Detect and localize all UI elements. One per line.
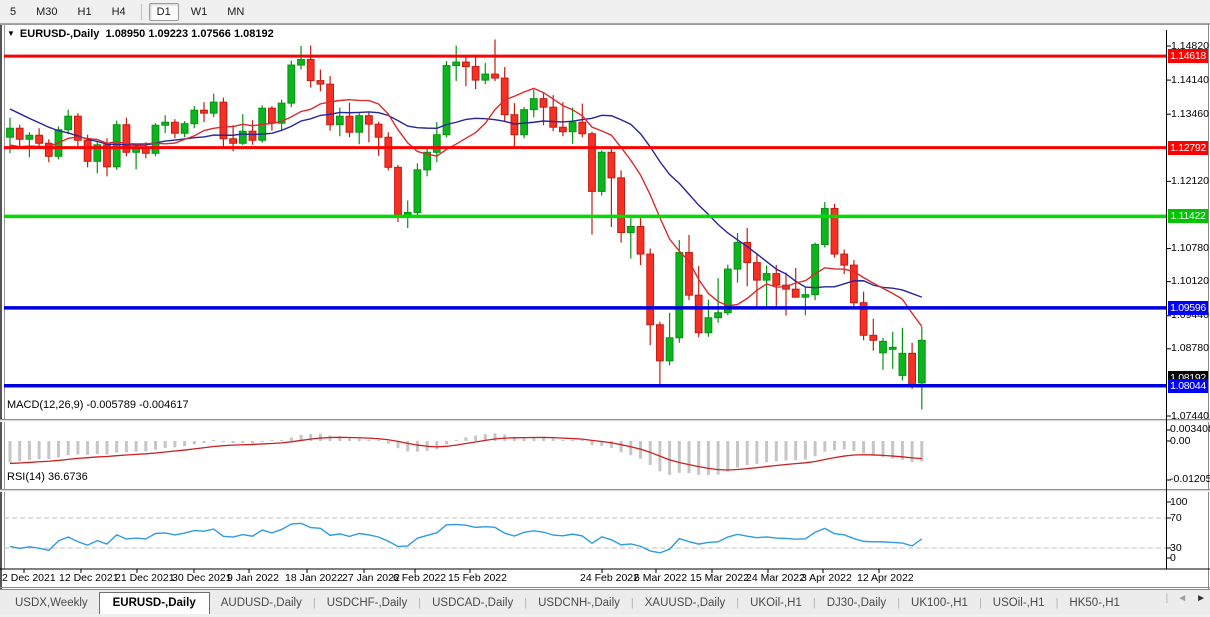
price-axis-tick: 1.14140	[1171, 74, 1209, 86]
rsi-axis-label: 70	[1170, 512, 1182, 524]
macd-axis-label: 0.00	[1170, 435, 1190, 447]
chart-dropdown-icon[interactable]: ▼	[7, 29, 15, 38]
price-axis-tick: 1.08780	[1171, 342, 1209, 354]
price-box-1.08044: 1.08044	[1168, 379, 1208, 393]
tab-scroll-right-icon[interactable]: ►	[1196, 593, 1206, 604]
date-axis-label: 30 Dec 2021	[172, 572, 232, 584]
tab-uk100-h1[interactable]: UK100-,H1	[900, 593, 979, 614]
tab-scroll-left-icon[interactable]: ◄	[1177, 593, 1187, 604]
date-axis-label: 21 Dec 2021	[115, 572, 175, 584]
tab-usdcad-daily[interactable]: USDCAD-,Daily	[421, 593, 524, 614]
chart-title: ▼ EURUSD-,Daily 1.08950 1.09223 1.07566 1…	[7, 28, 274, 40]
tab-ukoil-h1[interactable]: UKOil-,H1	[739, 593, 813, 614]
timeframe-button-d1[interactable]: D1	[149, 3, 179, 21]
tab-usdx-weekly[interactable]: USDX,Weekly	[4, 593, 99, 614]
timeframe-toolbar: 5M30 H1H4 D1W1MN	[0, 0, 1210, 24]
timeframe-button-5[interactable]: 5	[2, 3, 24, 21]
tab-scroll-divider: |	[1166, 593, 1169, 604]
macd-axis-label: -0.012058	[1170, 473, 1210, 485]
date-axis-label: 2 Dec 2021	[2, 572, 56, 584]
chart-symbol-label: EURUSD-,Daily	[20, 28, 99, 40]
timeframe-button-m30[interactable]: M30	[28, 3, 65, 21]
tab-xauusd-daily[interactable]: XAUUSD-,Daily	[634, 593, 737, 614]
price-box-1.14618: 1.14618	[1168, 49, 1208, 63]
mt4-workspace: 5M30 H1H4 D1W1MN ▼ EURUSD-,Daily 1.08950 1.…	[0, 0, 1210, 617]
date-axis-label: 15 Feb 2022	[448, 572, 507, 584]
chart-tab-bar: USDX,WeeklyEURUSD-,DailyAUDUSD-,Daily | US…	[0, 589, 1210, 614]
date-axis-label: 9 Jan 2022	[227, 572, 279, 584]
timeframe-button-mn[interactable]: MN	[219, 3, 252, 21]
chart-window: ▼ EURUSD-,Daily 1.08950 1.09223 1.07566 1…	[0, 24, 1210, 589]
price-box-1.09596: 1.09596	[1168, 301, 1208, 315]
price-axis-tick: 1.10780	[1171, 242, 1209, 254]
date-axis-label: 12 Apr 2022	[857, 572, 914, 584]
price-axis-tick: 1.07440	[1171, 410, 1209, 422]
timeframe-button-h1[interactable]: H1	[70, 3, 100, 21]
date-axis-label: 24 Feb 2022	[580, 572, 639, 584]
sep-macd-rsi[interactable]	[0, 489, 1210, 492]
sep-main-macd[interactable]	[0, 419, 1210, 422]
tab-usdchf-daily[interactable]: USDCHF-,Daily	[316, 593, 419, 614]
tab-usoil-h1[interactable]: USOil-,H1	[982, 593, 1056, 614]
price-box-1.12792: 1.12792	[1168, 141, 1208, 155]
tab-usdcnh-daily[interactable]: USDCNH-,Daily	[527, 593, 631, 614]
rsi-axis-label: 0	[1170, 552, 1176, 564]
tab-hk50-h1[interactable]: HK50-,H1	[1058, 593, 1131, 614]
price-axis-tick: 1.10120	[1171, 275, 1209, 287]
date-axis-label: 6 Feb 2022	[393, 572, 446, 584]
date-axis-label: 24 Mar 2022	[746, 572, 805, 584]
rsi-indicator-label: RSI(14) 36.6736	[7, 471, 88, 483]
chart-ohlc-values: 1.08950 1.09223 1.07566 1.08192	[106, 28, 274, 40]
tab-dj30-daily[interactable]: DJ30-,Daily	[816, 593, 897, 614]
toolbar-separator	[141, 4, 142, 20]
chart-canvas	[0, 24, 1210, 589]
timeframe-button-h4[interactable]: H4	[104, 3, 134, 21]
tab-scroll-buttons: | ◄ ►	[1166, 593, 1206, 604]
tab-eurusd-daily[interactable]: EURUSD-,Daily	[99, 592, 210, 615]
date-axis-label: 6 Mar 2022	[634, 572, 687, 584]
price-axis-tick: 1.12120	[1171, 175, 1209, 187]
macd-indicator-label: MACD(12,26,9) -0.005789 -0.004617	[7, 399, 189, 411]
date-axis-label: 15 Mar 2022	[690, 572, 749, 584]
rsi-axis-label: 100	[1170, 496, 1188, 508]
tab-audusd-daily[interactable]: AUDUSD-,Daily	[210, 593, 313, 614]
price-box-1.11422: 1.11422	[1168, 209, 1208, 223]
price-axis-tick: 1.13460	[1171, 108, 1209, 120]
date-axis-label: 3 Apr 2022	[801, 572, 852, 584]
date-axis-label: 12 Dec 2021	[59, 572, 119, 584]
date-axis-label: 27 Jan 2022	[342, 572, 400, 584]
timeframe-button-w1[interactable]: W1	[183, 3, 216, 21]
date-axis-label: 18 Jan 2022	[285, 572, 343, 584]
